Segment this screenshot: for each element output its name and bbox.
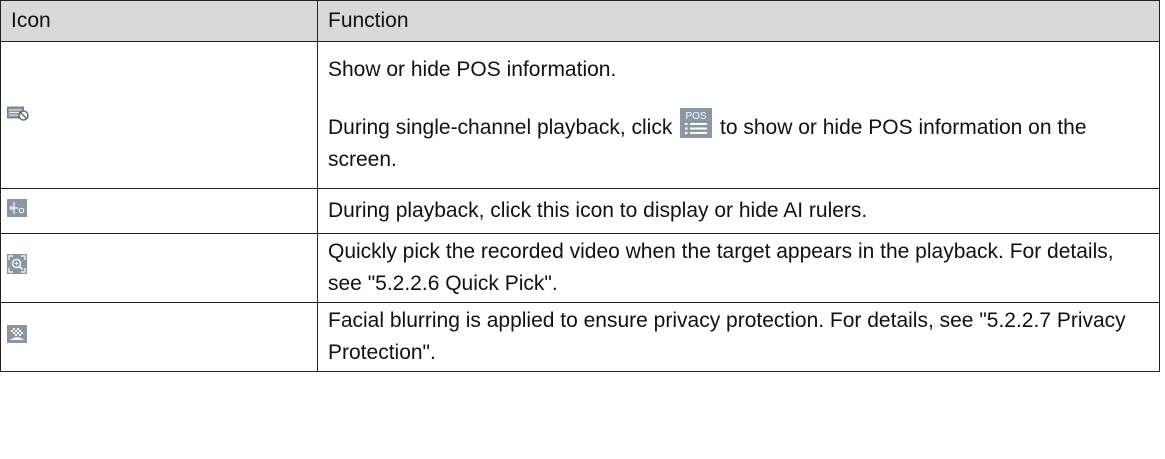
icon-cell <box>0 302 318 372</box>
function-cell: Quickly pick the recorded video when the… <box>317 233 1160 303</box>
table-header-row: Icon Function <box>0 0 1160 42</box>
table-row: Show or hide POS information. During sin… <box>0 41 1160 189</box>
icon-cell <box>0 233 318 303</box>
table-row: During playback, click this icon to disp… <box>0 188 1160 234</box>
quick-pick-icon <box>7 252 27 284</box>
privacy-blur-icon <box>7 321 27 353</box>
table-row: Facial blurring is applied to ensure pri… <box>0 302 1160 372</box>
icon-cell <box>0 41 318 189</box>
function-cell: Facial blurring is applied to ensure pri… <box>317 302 1160 372</box>
svg-text:POS: POS <box>686 111 707 122</box>
table-row: Quickly pick the recorded video when the… <box>0 233 1160 303</box>
function-cell: Show or hide POS information. During sin… <box>317 41 1160 189</box>
function-text: Show or hide POS information. <box>328 58 617 81</box>
pos-hide-icon <box>7 99 29 131</box>
function-column-header: Function <box>317 0 1160 42</box>
ai-ruler-icon <box>7 195 27 227</box>
icon-cell <box>0 188 318 234</box>
function-text: During single-channel playback, click PO… <box>328 108 1149 176</box>
function-cell: During playback, click this icon to disp… <box>317 188 1160 234</box>
pos-list-icon: POS <box>680 108 713 138</box>
icon-column-header: Icon <box>0 0 318 42</box>
icon-function-table: Icon Function Show or hide POS informati… <box>0 0 1160 372</box>
